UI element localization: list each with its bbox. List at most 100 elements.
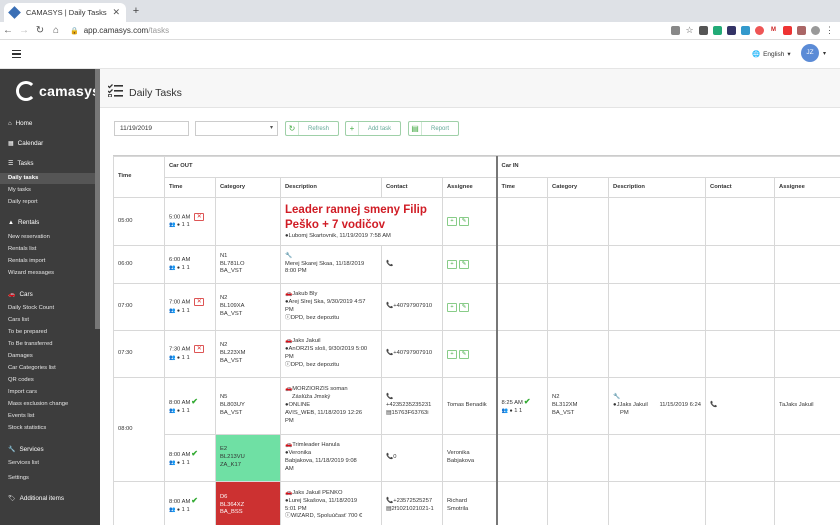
translate-icon[interactable] (671, 26, 680, 35)
sidebar-item-daily-tasks[interactable]: Daily tasks (8, 175, 38, 181)
extension-icon[interactable] (713, 26, 722, 35)
sidebar-item-stock-statistics[interactable]: Stock statistics (8, 425, 46, 431)
extension-icon[interactable] (727, 26, 736, 35)
sidebar-section-rentals[interactable]: ▲ Rentals (8, 219, 39, 226)
reload-icon[interactable]: ↻ (32, 25, 48, 36)
logo[interactable]: camasys (16, 81, 100, 101)
extension-icon[interactable] (755, 26, 764, 35)
assignee-cell: + ✎ (441, 330, 498, 378)
edit-task-button[interactable]: ✎ (459, 302, 469, 312)
extension-icon[interactable] (783, 26, 792, 35)
home-icon[interactable]: ⌂ (48, 25, 64, 36)
col-category[interactable]: Category (215, 177, 281, 198)
address-bar[interactable]: 🔒 app.camasys.com/tasks (70, 26, 671, 35)
gmail-icon[interactable]: M (769, 26, 778, 35)
sidebar-item-new-reservation[interactable]: New reservation (8, 234, 50, 240)
avatar[interactable]: JZ (801, 44, 819, 62)
sidebar-item-mass-exclusion-change[interactable]: Mass exclusion change (8, 401, 68, 407)
assignee-cell: + ✎ (441, 245, 498, 284)
in-contact-cell (705, 434, 776, 482)
report-button[interactable]: ▤ Report (408, 121, 459, 136)
sidebar-item-events-list[interactable]: Events list (8, 413, 34, 419)
sidebar-item-import-cars[interactable]: Import cars (8, 389, 37, 395)
edit-task-button[interactable]: ✎ (459, 260, 469, 269)
assign-user-button[interactable]: + (447, 349, 457, 359)
sidebar-section-additional[interactable]: 🏷 Additional items (8, 495, 64, 502)
sidebar-item-qr-codes[interactable]: QR codes (8, 377, 34, 383)
hamburger-menu-icon[interactable] (12, 50, 21, 58)
sidebar-item-wizard-messages[interactable]: Wizard messages (8, 270, 54, 276)
col-in-time[interactable]: Time (495, 177, 549, 198)
table-row[interactable]: 06:00 6:00 AM 👥 ● 1 1 N1 BL781LO BA_VST 🔧 M… (113, 245, 840, 284)
sidebar-section-cars[interactable]: 🚗 Cars (8, 291, 33, 298)
assign-user-button[interactable]: + (447, 260, 457, 269)
sidebar-item-services-list[interactable]: Services list (8, 460, 39, 466)
menu-icon[interactable]: ⋮ (825, 26, 834, 35)
col-assignee[interactable]: Assignee (441, 177, 498, 198)
sidebar-item-daily-stock-count[interactable]: Daily Stock Count (8, 305, 54, 311)
contact-cell: 📞+40797907910 (381, 330, 443, 378)
language-selector[interactable]: 🌐 English ▾ (752, 50, 791, 59)
category-code: E2 (220, 446, 228, 453)
contact-line: 2f1021021021-1 (391, 505, 434, 512)
back-icon[interactable]: ← (0, 25, 16, 36)
date-input[interactable]: 11/19/2019 (114, 121, 189, 136)
assign-user-button[interactable]: + (447, 302, 457, 312)
assignee-name: Richard (447, 497, 467, 504)
time-slot: 05:00 (113, 197, 165, 246)
delete-task-button[interactable]: ✕ (194, 212, 205, 221)
col-in-category[interactable]: Category (547, 177, 610, 198)
extension-icon[interactable] (797, 26, 806, 35)
contact-line: 0 (393, 454, 397, 461)
sidebar-item-rentals-list[interactable]: Rentals list (8, 246, 36, 252)
sidebar-item-my-tasks[interactable]: My tasks (8, 187, 31, 193)
col-in-contact[interactable]: Contact (705, 177, 776, 198)
table-row[interactable]: 07:00 7:00 AM ✕ 👥 ● 1 1 N2 BL109XA BA_VST 🚗… (113, 283, 840, 331)
sidebar-item-rentals-import[interactable]: Rentals import (8, 258, 45, 264)
category-cell: D6 BL364XZ BA_BSS (215, 481, 281, 525)
col-contact[interactable]: Contact (381, 177, 443, 198)
sidebar-section-tasks[interactable]: ☰ Tasks (8, 160, 34, 167)
profile-icon[interactable] (811, 26, 820, 35)
sidebar-item-calendar[interactable]: ▦ Calendar (8, 140, 43, 147)
table-row[interactable]: 8:00 AM✔ 👥 ● 1 1 E2 BL213VU ZA_K17 🚗Trimle… (114, 434, 840, 482)
table-row[interactable]: 07:30 7:30 AM ✕ 👥 ● 1 1 N2 BL223XM BA_VST 🚗… (113, 330, 840, 378)
sidebar-section-services[interactable]: 🔧 Services (8, 446, 44, 453)
sidebar-item-damages[interactable]: Damages (8, 353, 33, 359)
sidebar-item-daily-report[interactable]: Daily report (8, 199, 38, 205)
delete-task-button[interactable]: ✕ (194, 298, 205, 307)
forward-icon[interactable]: → (16, 25, 32, 36)
refresh-button[interactable]: ↻ Refresh (285, 121, 339, 136)
in-assignee-cell (774, 330, 840, 378)
in-description-cell (608, 283, 707, 331)
col-in-assignee[interactable]: Assignee (774, 177, 840, 198)
extension-icon[interactable] (699, 26, 708, 35)
desc-line: Jakub Bly (292, 291, 318, 298)
sidebar-item-to-be-prepared[interactable]: To be prepared (8, 329, 47, 335)
new-tab-icon[interactable]: + (130, 6, 142, 18)
table-row[interactable]: 8:00 AM✔ 👥 ● 1 1 D6 BL364XZ BA_BSS 🚗Jaks J… (113, 481, 840, 525)
delete-task-button[interactable]: ✕ (194, 345, 205, 354)
sidebar-item-settings[interactable]: Settings (8, 475, 29, 481)
chevron-down-icon[interactable]: ▾ (823, 50, 826, 57)
col-in-description[interactable]: Description (608, 177, 707, 198)
col-description[interactable]: Description (280, 177, 382, 198)
table-row[interactable]: 08:00 8:00 AM✔ 👥 ● 1 1 N5 BL803UY BA_VST 🚗… (113, 377, 840, 482)
browser-tab[interactable]: CAMASYS | Daily Tasks ✕ (4, 3, 126, 22)
filter-select[interactable]: ▾ (195, 121, 278, 136)
extension-icon[interactable] (741, 26, 750, 35)
col-time[interactable]: Time (164, 177, 216, 198)
edit-task-button[interactable]: ✎ (459, 349, 469, 359)
table-row[interactable]: 05:00 5:00 AM ✕ 👥 ● 1 1 Leader rannej sme… (113, 197, 840, 246)
assign-user-button[interactable]: + (447, 217, 457, 226)
add-task-button[interactable]: + Add task (345, 121, 401, 136)
desc-line: Babjakova, 11/18/2019 9:08 (285, 458, 357, 464)
sidebar-item-home[interactable]: ⌂ Home (8, 120, 32, 127)
in-assignee-cell (774, 434, 840, 482)
sidebar-item-car-categories-list[interactable]: Car Categories list (8, 365, 56, 371)
sidebar-item-cars-list[interactable]: Cars list (8, 317, 29, 323)
bookmark-star-icon[interactable]: ☆ (685, 26, 694, 35)
sidebar-item-to-be-transferred[interactable]: To Be transferred (8, 341, 52, 347)
close-tab-icon[interactable]: ✕ (112, 7, 120, 18)
edit-task-button[interactable]: ✎ (459, 217, 469, 226)
